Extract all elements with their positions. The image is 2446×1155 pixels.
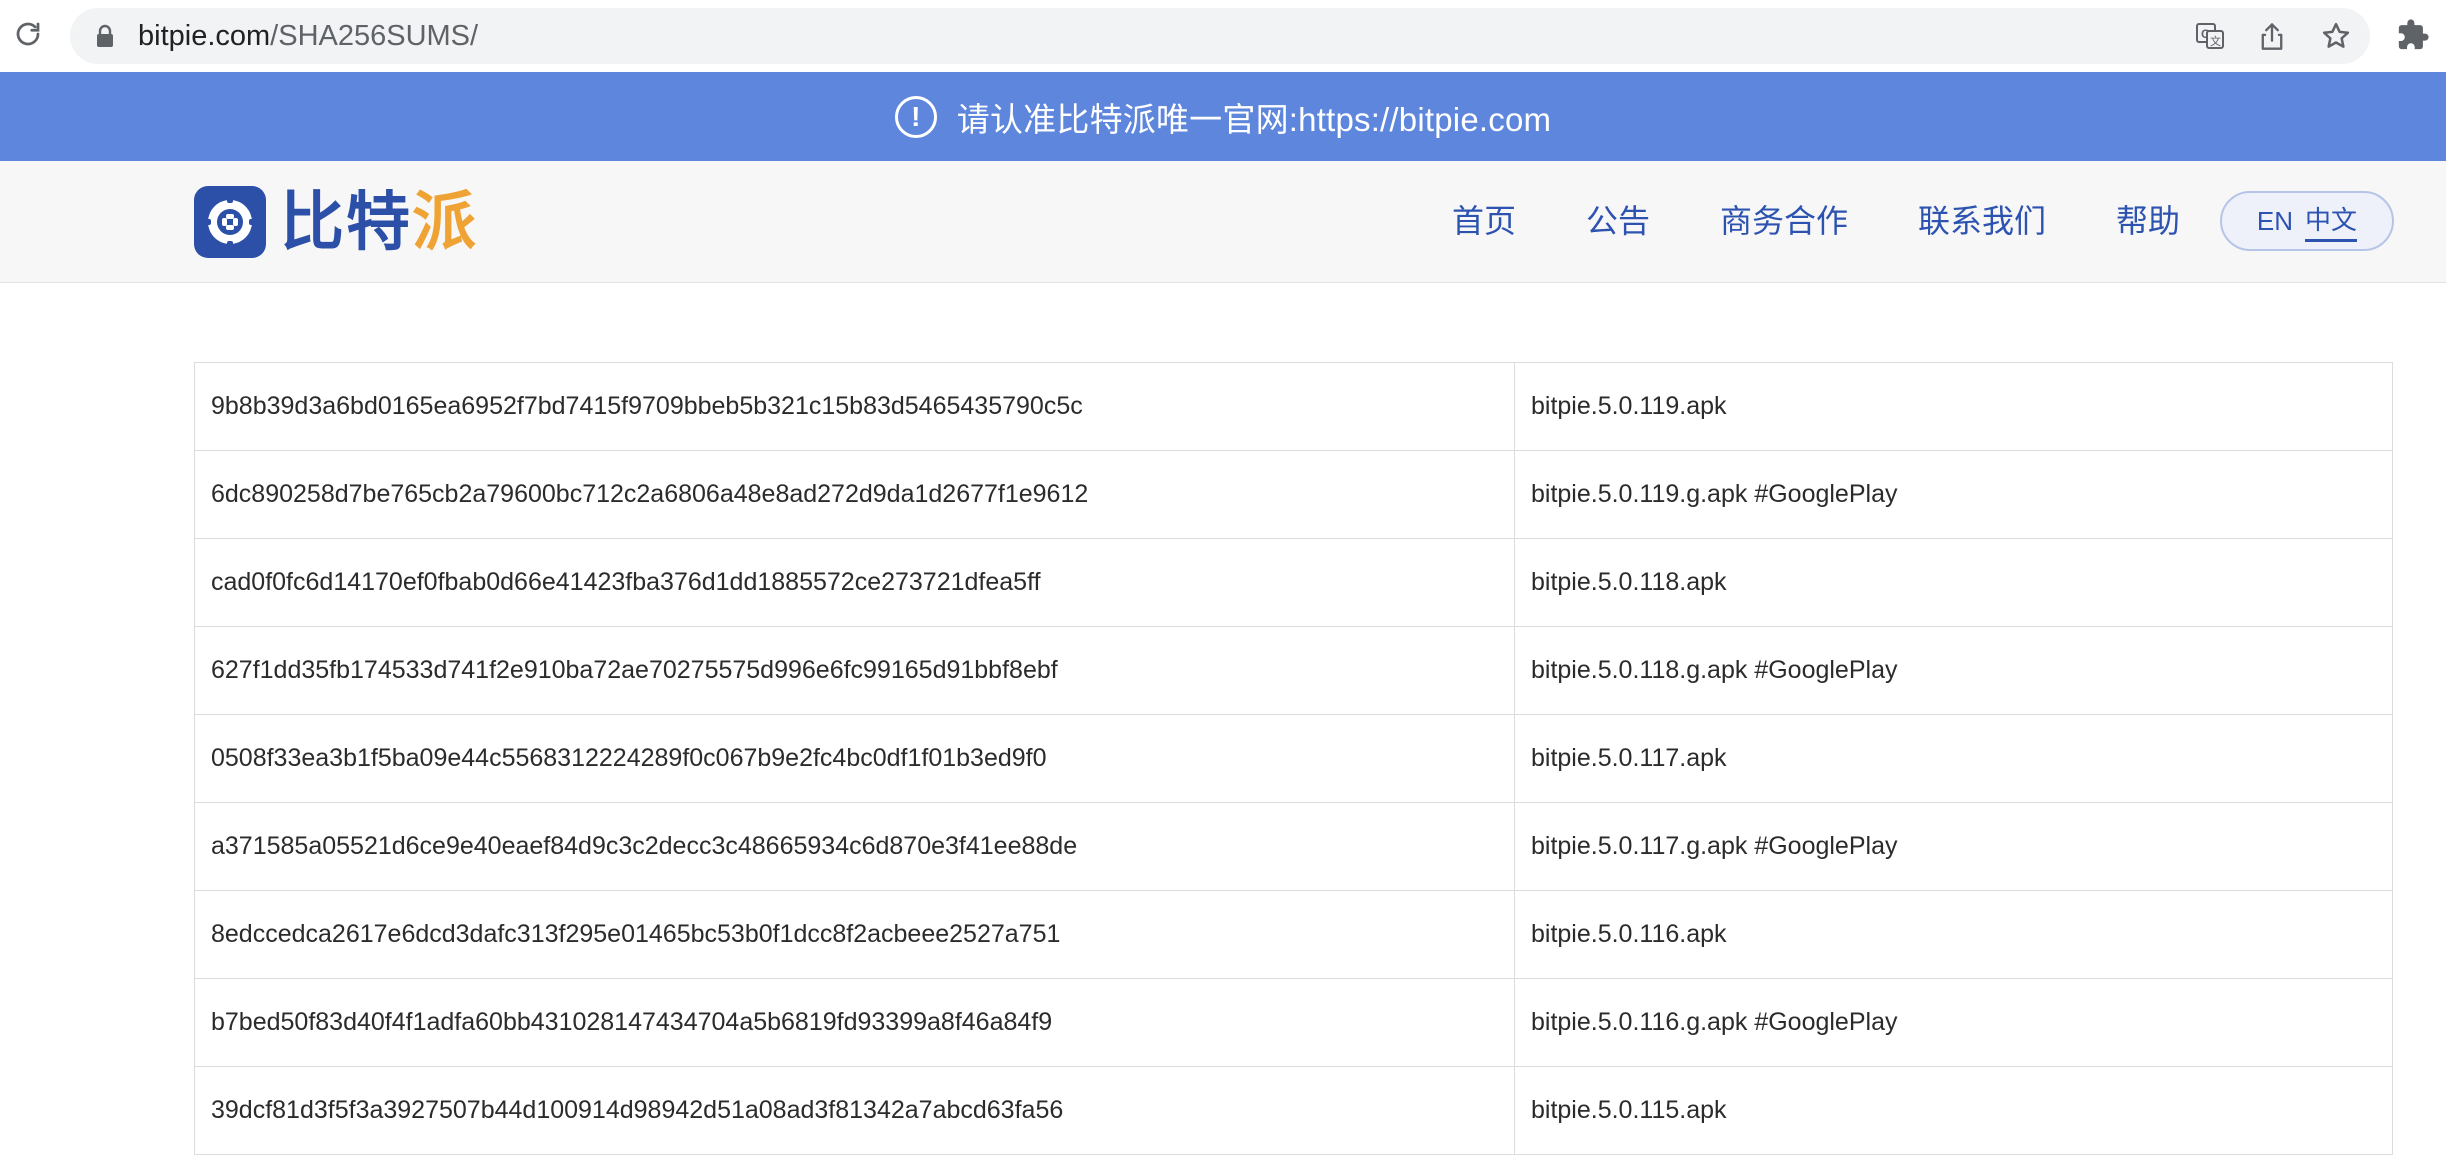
- bookmark-star-icon[interactable]: [2320, 20, 2352, 52]
- extensions-puzzle-icon[interactable]: [2396, 18, 2432, 54]
- filename-cell: bitpie.5.0.115.apk: [1514, 1066, 2393, 1155]
- address-bar[interactable]: bitpie.com/SHA256SUMS/ G 文: [70, 8, 2370, 64]
- lang-en[interactable]: EN: [2257, 206, 2293, 237]
- logo-text-main: 比特: [280, 186, 412, 258]
- nav-home[interactable]: 首页: [1452, 201, 1516, 241]
- table-row: 627f1dd35fb174533d741f2e910ba72ae7027557…: [194, 626, 2393, 715]
- logo-wordmark: 比特派: [280, 185, 478, 259]
- translate-icon[interactable]: G 文: [2194, 20, 2226, 52]
- sha256-hash-cell: 0508f33ea3b1f5ba09e44c5568312224289f0c06…: [194, 714, 1515, 803]
- sha256-hash-cell: 9b8b39d3a6bd0165ea6952f7bd7415f9709bbeb5…: [194, 362, 1515, 451]
- sha256-hash-cell: 627f1dd35fb174533d741f2e910ba72ae7027557…: [194, 626, 1515, 715]
- filename-cell: bitpie.5.0.117.g.apk #GooglePlay: [1514, 802, 2393, 891]
- sha256-table: 9b8b39d3a6bd0165ea6952f7bd7415f9709bbeb5…: [194, 362, 2393, 1155]
- sha256-table-body: 9b8b39d3a6bd0165ea6952f7bd7415f9709bbeb5…: [194, 362, 2393, 1155]
- exclamation-circle-icon: !: [894, 95, 937, 138]
- reload-icon[interactable]: [8, 14, 48, 54]
- nav-business[interactable]: 商务合作: [1720, 201, 1848, 241]
- sha256-hash-cell: b7bed50f83d40f4f1adfa60bb431028147434704…: [194, 978, 1515, 1067]
- site-logo[interactable]: 比特派: [194, 185, 478, 259]
- filename-cell: bitpie.5.0.119.g.apk #GooglePlay: [1514, 450, 2393, 539]
- filename-cell: bitpie.5.0.117.apk: [1514, 714, 2393, 803]
- url-path: /SHA256SUMS/: [270, 20, 479, 52]
- sha256-hash-cell: 8edccedca2617e6dcd3dafc313f295e01465bc53…: [194, 890, 1515, 979]
- filename-cell: bitpie.5.0.116.apk: [1514, 890, 2393, 979]
- notice-text: 请认准比特派唯一官网:https://bitpie.com: [956, 100, 1552, 138]
- table-row: a371585a05521d6ce9e40eaef84d9c3c2decc3c4…: [194, 802, 2393, 891]
- nav-help[interactable]: 帮助: [2116, 201, 2180, 241]
- table-row: 6dc890258d7be765cb2a79600bc712c2a6806a48…: [194, 450, 2393, 539]
- nav-announcements[interactable]: 公告: [1586, 201, 1650, 241]
- bitpie-logo-icon: [194, 186, 266, 258]
- table-row: 9b8b39d3a6bd0165ea6952f7bd7415f9709bbeb5…: [194, 362, 2393, 451]
- table-row: 39dcf81d3f5f3a3927507b44d100914d98942d51…: [194, 1066, 2393, 1155]
- lang-zh[interactable]: 中文: [2305, 200, 2358, 242]
- table-row: b7bed50f83d40f4f1adfa60bb431028147434704…: [194, 978, 2393, 1067]
- filename-cell: bitpie.5.0.118.g.apk #GooglePlay: [1514, 626, 2393, 715]
- browser-toolbar: bitpie.com/SHA256SUMS/ G 文: [0, 0, 2446, 72]
- svg-text:文: 文: [2210, 34, 2221, 48]
- table-row: cad0f0fc6d14170ef0fbab0d66e41423fba376d1…: [194, 538, 2393, 627]
- sha256-hash-cell: cad0f0fc6d14170ef0fbab0d66e41423fba376d1…: [194, 538, 1515, 627]
- filename-cell: bitpie.5.0.118.apk: [1514, 538, 2393, 627]
- logo-text-accent: 派: [412, 186, 478, 258]
- share-icon[interactable]: [2256, 20, 2288, 52]
- sha256-hash-cell: 6dc890258d7be765cb2a79600bc712c2a6806a48…: [194, 450, 1515, 539]
- url-text[interactable]: bitpie.com/SHA256SUMS/: [138, 20, 478, 52]
- table-row: 0508f33ea3b1f5ba09e44c5568312224289f0c06…: [194, 714, 2393, 803]
- nav-contact[interactable]: 联系我们: [1918, 201, 2046, 241]
- table-row: 8edccedca2617e6dcd3dafc313f295e01465bc53…: [194, 890, 2393, 979]
- official-site-notice: ! 请认准比特派唯一官网:https://bitpie.com: [0, 72, 2446, 161]
- lock-icon[interactable]: [94, 24, 118, 48]
- language-switch[interactable]: EN 中文: [2220, 191, 2394, 251]
- filename-cell: bitpie.5.0.116.g.apk #GooglePlay: [1514, 978, 2393, 1067]
- sha256-hash-cell: a371585a05521d6ce9e40eaef84d9c3c2decc3c4…: [194, 802, 1515, 891]
- site-header: 比特派 首页 公告 商务合作 联系我们 帮助 EN 中文: [0, 161, 2446, 283]
- sha256-hash-cell: 39dcf81d3f5f3a3927507b44d100914d98942d51…: [194, 1066, 1515, 1155]
- filename-cell: bitpie.5.0.119.apk: [1514, 362, 2393, 451]
- url-host: bitpie.com: [138, 20, 271, 52]
